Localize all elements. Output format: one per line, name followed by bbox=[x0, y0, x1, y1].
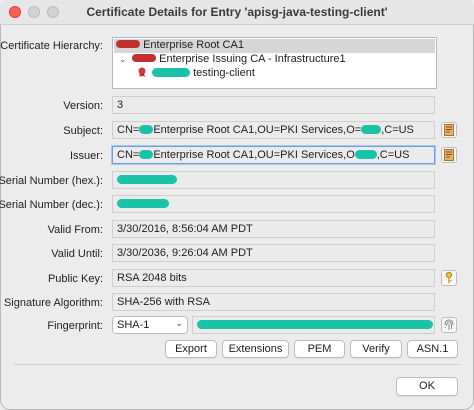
valid-until-field[interactable]: 3/30/2036, 9:26:04 AM PDT bbox=[112, 244, 435, 262]
signature-algorithm-label: Signature Algorithm: bbox=[3, 297, 103, 309]
details-icon bbox=[444, 149, 454, 161]
subject-value-prefix: CN= bbox=[117, 124, 140, 136]
redaction-mark bbox=[132, 54, 157, 62]
copy-fingerprint-button[interactable] bbox=[441, 317, 457, 333]
redaction-mark bbox=[361, 125, 382, 134]
redaction-mark bbox=[117, 199, 169, 208]
hierarchy-item-label: Enterprise Root CA1 bbox=[143, 39, 244, 51]
extensions-button[interactable]: Extensions bbox=[222, 340, 289, 358]
view-public-key-button[interactable] bbox=[441, 270, 457, 286]
redaction-mark bbox=[139, 150, 154, 159]
redaction-mark bbox=[354, 150, 377, 159]
chevron-down-icon: ⌄ bbox=[175, 318, 183, 328]
valid-from-label: Valid From: bbox=[47, 224, 103, 236]
hierarchy-item-issuing-ca[interactable]: ⌄ Enterprise Issuing CA - Infrastructure… bbox=[119, 53, 346, 67]
window-title: Certificate Details for Entry 'apisg-jav… bbox=[86, 5, 388, 19]
fingerprint-algorithm-select[interactable]: SHA-1 ⌄ bbox=[112, 316, 188, 334]
issuer-label: Issuer: bbox=[69, 150, 103, 162]
public-key-label: Public Key: bbox=[47, 273, 103, 285]
hierarchy-item-client[interactable]: testing-client bbox=[137, 67, 255, 81]
subject-value-middle: Enterprise Root CA1,OU=PKI Services,O= bbox=[153, 124, 362, 136]
asn1-button[interactable]: ASN.1 bbox=[407, 340, 458, 358]
redaction-mark bbox=[116, 40, 140, 48]
fingerprint-algorithm-value: SHA-1 bbox=[117, 319, 150, 331]
issuer-field[interactable]: CN= Enterprise Root CA1,OU=PKI Services,O… bbox=[112, 146, 435, 164]
hierarchy-item-root[interactable]: Enterprise Root CA1 bbox=[114, 39, 435, 53]
title-bar: Certificate Details for Entry 'apisg-jav… bbox=[0, 0, 474, 25]
valid-until-label: Valid Until: bbox=[51, 248, 103, 260]
chevron-down-icon[interactable]: ⌄ bbox=[119, 54, 129, 65]
divider bbox=[14, 364, 460, 365]
fingerprint-icon bbox=[444, 319, 454, 330]
public-key-field[interactable]: RSA 2048 bits bbox=[112, 269, 435, 287]
issuer-value-suffix: ,C=US bbox=[376, 149, 410, 161]
serial-number-hex-field[interactable] bbox=[112, 171, 435, 189]
subject-field[interactable]: CN= Enterprise Root CA1,OU=PKI Services,O… bbox=[112, 121, 435, 139]
serial-number-dec-label: Serial Number (dec.): bbox=[0, 199, 103, 211]
redaction-mark bbox=[139, 125, 154, 134]
certificate-hierarchy-label: Certificate Hierarchy: bbox=[0, 40, 103, 52]
certificate-details-window: Certificate Details for Entry 'apisg-jav… bbox=[0, 0, 474, 410]
hierarchy-item-label: Enterprise Issuing CA - Infrastructure1 bbox=[159, 53, 346, 65]
redaction-mark bbox=[152, 68, 191, 77]
view-subject-details-button[interactable] bbox=[441, 122, 457, 138]
subject-label: Subject: bbox=[63, 125, 103, 137]
view-issuer-details-button[interactable] bbox=[441, 147, 457, 163]
issuer-value-middle: Enterprise Root CA1,OU=PKI Services,O bbox=[153, 149, 355, 161]
signature-algorithm-field[interactable]: SHA-256 with RSA bbox=[112, 293, 435, 311]
version-label: Version: bbox=[63, 100, 103, 112]
redaction-mark bbox=[197, 320, 433, 329]
key-icon bbox=[445, 272, 453, 284]
serial-number-hex-label: Serial Number (hex.): bbox=[0, 175, 103, 187]
certificate-icon bbox=[138, 67, 146, 77]
export-button[interactable]: Export bbox=[165, 340, 217, 358]
details-icon bbox=[444, 124, 454, 136]
version-field[interactable]: 3 bbox=[112, 96, 435, 114]
issuer-value-prefix: CN= bbox=[117, 149, 140, 161]
fingerprint-label: Fingerprint: bbox=[47, 320, 103, 332]
certificate-hierarchy-tree[interactable]: Enterprise Root CA1 ⌄ Enterprise Issuing… bbox=[112, 37, 437, 89]
verify-button[interactable]: Verify bbox=[350, 340, 402, 358]
ok-button[interactable]: OK bbox=[396, 377, 458, 396]
redaction-mark bbox=[117, 175, 177, 184]
valid-from-field[interactable]: 3/30/2016, 8:56:04 AM PDT bbox=[112, 220, 435, 238]
serial-number-dec-field[interactable] bbox=[112, 195, 435, 213]
hierarchy-item-label: testing-client bbox=[193, 67, 255, 79]
fingerprint-value-field[interactable] bbox=[192, 316, 435, 334]
subject-value-suffix: ,C=US bbox=[381, 124, 414, 136]
pem-button[interactable]: PEM bbox=[294, 340, 345, 358]
